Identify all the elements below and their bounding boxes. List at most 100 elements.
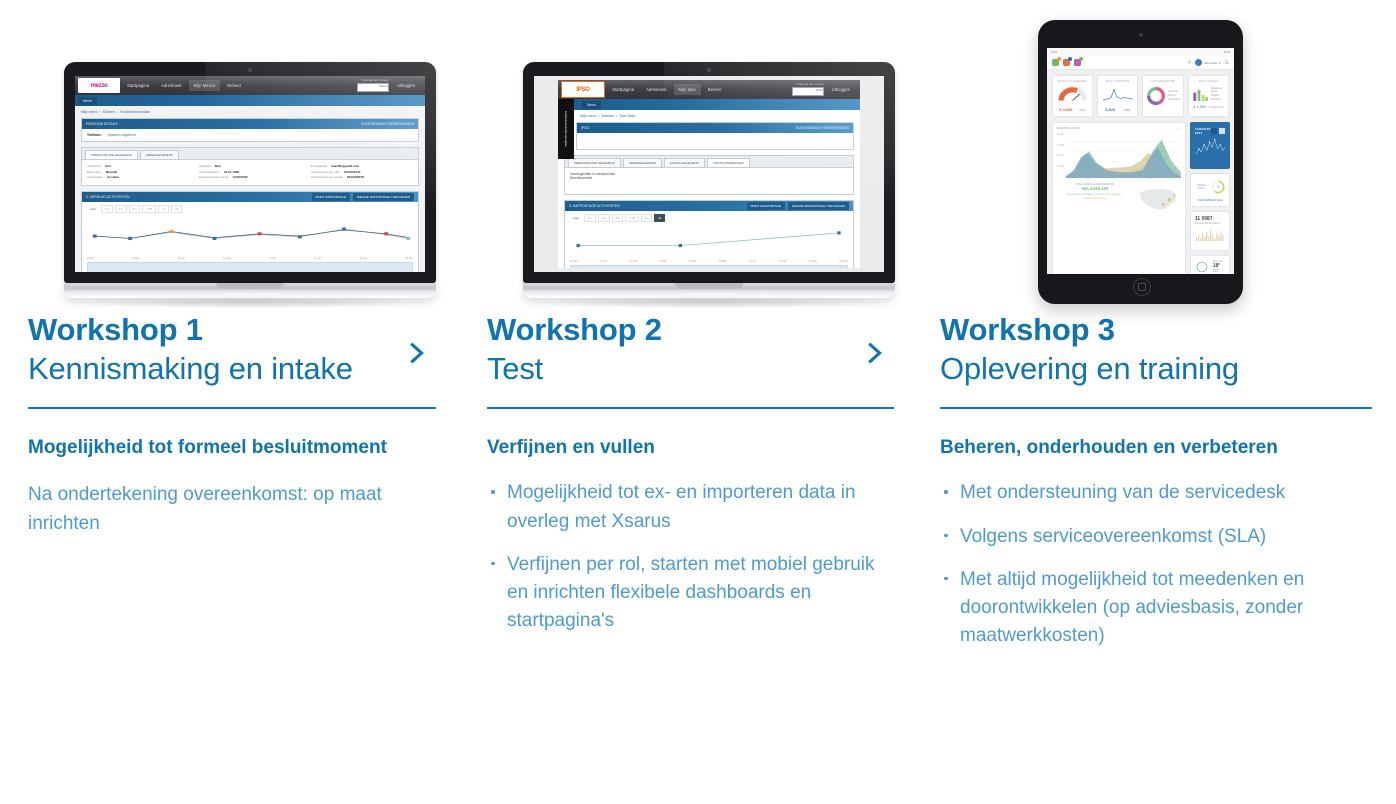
chart-range-selector[interactable]: Feb '13 May '13 <box>570 265 848 268</box>
panel-header: PERSOON DETAILS ELEKTRONISCH BEWERKINGEN <box>82 119 418 129</box>
chevron-right-icon[interactable] <box>864 342 886 364</box>
workshop-column-3: iPad 87% ⚲ John Doe ▾ ☰ MONTHLY EARNING … <box>916 0 1396 665</box>
panel-body <box>577 133 853 149</box>
tab-adresgegevens[interactable]: ADRESGEGEVENS <box>622 158 662 167</box>
tab-persoonlijke-gegevens[interactable]: PERSOONLIJKE GEGEVENS <box>85 150 138 159</box>
chart-range-selector[interactable] <box>87 262 413 272</box>
workshop-title: Workshop 2 <box>487 312 662 347</box>
logout-link[interactable]: Uitloggen <box>827 84 855 95</box>
dashboard-side-column: JANUARY 2011 TARGET SALE % VIEW DETAILED… <box>1189 122 1231 274</box>
list-item: Mogelijkheid tot ex- en importeren data … <box>487 479 894 535</box>
workshops-page: mezzo Startpagina Adresboek Mijn Mezzo B… <box>0 0 1396 804</box>
list-item: Met altijd mogelijkheid tot meedenken en… <box>940 566 1372 650</box>
card-icon-light[interactable] <box>1219 128 1226 134</box>
nav-item-startpagina[interactable]: Startpagina <box>607 84 639 95</box>
panel-action-label[interactable]: ELEKTRONISCH BEWERKINGEN <box>796 126 849 130</box>
range-all[interactable]: All <box>654 214 666 222</box>
chart-range-toolbar: Auto 1m 3m 6m YTD 1y All <box>82 202 418 216</box>
field-grid: Voorletters B.H. Roepnaam Marinda Achterna… <box>82 160 418 185</box>
tasks-icon[interactable] <box>1074 57 1083 66</box>
tab-row: PERSOONLIJKE GEGEVENS ADRESGEGEVENS <box>82 148 418 160</box>
chevron-right-icon[interactable] <box>406 342 428 364</box>
tab-adresgegevens[interactable]: ADRESGEGEVENS <box>139 150 179 159</box>
nav-item-startpagina[interactable]: Startpagina <box>122 80 154 91</box>
range-1y[interactable]: 1y <box>158 205 170 214</box>
nav-item-adresboek[interactable]: Adresboek <box>156 80 187 91</box>
nav-item-mijn-ipso[interactable]: Mijn Ipso <box>673 84 701 95</box>
menu-button[interactable]: Menu <box>78 96 97 105</box>
x-tick: 25 May <box>839 260 848 263</box>
breadcrumb-item-1[interactable]: Mijn menu <box>81 110 98 114</box>
stat-chip: $579820 PROJECTION <box>1083 198 1107 200</box>
bar-chart <box>1193 89 1208 101</box>
messages-icon[interactable] <box>1063 57 1072 66</box>
widget-sub: +15% <box>1123 109 1131 112</box>
range-ytd[interactable]: YTD <box>142 205 157 214</box>
breadcrumb-item-2[interactable]: Klanten <box>103 110 115 114</box>
home-button[interactable] <box>1132 278 1151 296</box>
breadcrumb-sep: › <box>98 110 102 114</box>
range-3m[interactable]: 3m <box>114 205 127 214</box>
person-details-panel: PERSOON DETAILS ELEKTRONISCH BEWERKINGEN… <box>81 118 419 142</box>
workshop-columns: mezzo Startpagina Adresboek Mijn Mezzo B… <box>0 0 1396 665</box>
widget-monthly-earning[interactable]: MONTHLY EARNING $ 4,986 Sales <box>1052 75 1094 117</box>
widget-daily-visitors[interactable]: DAILY VISITORS 3,820 +15% <box>1097 75 1139 117</box>
menu-icon[interactable]: ☰ <box>1225 60 1229 66</box>
range-6m[interactable]: 6m <box>128 205 141 214</box>
widget-daily-sales[interactable]: DAILY SALES Magazines Social Insights Te… <box>1187 75 1230 117</box>
contact-tabs-panel: PERSOONLIJKE GEGEVENS ADRESGEGEVENS AANV… <box>564 155 854 195</box>
org-select[interactable]: Mezzo <box>356 82 389 92</box>
side-tab-contactmomenten[interactable]: Contactmomenten weergave <box>558 99 574 159</box>
add-report-button[interactable]: NIEUWE RAPPORTAGE TOEVOEGEN <box>352 193 414 202</box>
nav-item-mijn-mezzo[interactable]: Mijn Mezzo <box>188 80 221 91</box>
panel-action-label[interactable]: ELEKTRONISCH BEWERKINGEN <box>361 122 414 126</box>
card-icon-dark[interactable] <box>1211 128 1218 134</box>
gauge-link[interactable]: VIEW DETAILED SALE <box>1195 199 1225 202</box>
range-1y[interactable]: 1y <box>641 214 653 222</box>
chevron-down-icon: ▾ <box>1219 60 1221 65</box>
card-controls-icon[interactable]: – □ × <box>1174 127 1181 131</box>
logged-in-meta: Ingelogd als: beheer <box>796 82 824 87</box>
tab-contactpersonen[interactable]: CONTACTPERSONEN <box>706 158 750 167</box>
nav-item-beheer[interactable]: Beheer <box>222 80 246 91</box>
search-icon[interactable]: ⚲ <box>1187 60 1191 66</box>
widget-title: DAILY SALES <box>1198 80 1219 83</box>
add-report-button[interactable]: NIEUWE RAPPORTAGE TOEVOEGEN <box>787 202 849 210</box>
range-auto[interactable]: Auto <box>87 206 99 212</box>
logout-link[interactable]: Uitloggen <box>392 80 420 91</box>
tab-persoonlijke-gegevens[interactable]: PERSOONLIJKE GEGEVENS <box>568 158 621 167</box>
range-6m[interactable]: 6m <box>611 214 624 222</box>
print-report-button[interactable]: PRINT RAPPORTAGE <box>311 193 350 202</box>
breadcrumb-item-1[interactable]: Mijn menu <box>580 114 597 118</box>
org-select[interactable]: IPSO <box>791 86 824 96</box>
dashboard-main-row: EARNING GRAPH – □ × 40,000 30,000 20,000… <box>1047 122 1234 274</box>
legend-item: Television <box>1210 98 1222 102</box>
panel-header: 3. RAPPORTAGE ACTIVITEITEN PRINT RAPPORT… <box>565 201 853 211</box>
tab-aanvulgegevens[interactable]: AANVULGEGEVENS <box>663 158 705 167</box>
widget-title: TOP ADVERTISE <box>1151 80 1175 83</box>
range-auto[interactable]: Auto <box>570 215 582 221</box>
card-title: EARNING GRAPH <box>1057 127 1080 130</box>
range-1m[interactable]: 1m <box>583 214 596 222</box>
print-report-button[interactable]: PRINT RAPPORTAGE <box>746 202 785 210</box>
widget-top-advertise[interactable]: TOP ADVERTISE Networks Banner Advertisin… <box>1142 75 1184 117</box>
x-tick: 11 Jun <box>313 257 322 261</box>
range-all[interactable]: All <box>171 205 183 214</box>
range-3m[interactable]: 3m <box>597 214 610 222</box>
panel-title: 2. VERSLAG ACTIVITEITEN <box>86 195 130 200</box>
card-header: EARNING GRAPH – □ × <box>1057 127 1181 131</box>
field-value-telefoon[interactable]: Systeem uitgebreid <box>108 133 136 137</box>
nav-item-adresboek[interactable]: Adresboek <box>641 84 672 95</box>
breadcrumb-item-2[interactable]: Klanten <box>602 114 614 118</box>
user-menu[interactable]: John Doe ▾ <box>1195 59 1221 66</box>
panel-header: 2. VERSLAG ACTIVITEITEN PRINT RAPPORTAGE… <box>82 192 418 203</box>
y-tick: 30,000 <box>1057 144 1065 147</box>
x-tick: 2012 <box>1147 178 1153 180</box>
notifications-icon[interactable] <box>1052 57 1061 66</box>
range-ytd[interactable]: YTD <box>625 214 640 222</box>
range-1m[interactable]: 1m <box>100 205 113 214</box>
radial-gauge: % <box>1211 180 1225 194</box>
y-tick: 0 <box>1057 176 1059 178</box>
menu-button[interactable]: Menu <box>582 100 601 109</box>
nav-item-beheer[interactable]: Beheer <box>703 84 727 95</box>
